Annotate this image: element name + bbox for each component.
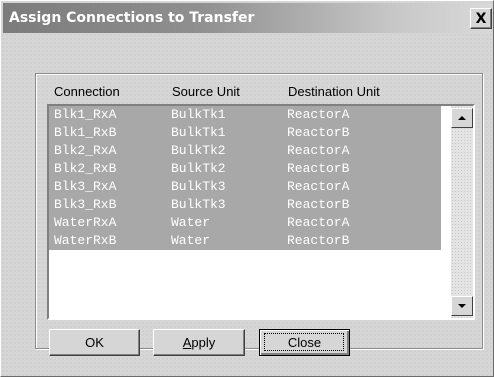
apply-label-rest: pply xyxy=(191,335,216,350)
connection-cell: Blk3_RxB xyxy=(54,197,117,212)
apply-button[interactable]: Apply xyxy=(153,329,245,356)
connection-cell: Blk2_RxB xyxy=(54,161,117,176)
destination-unit-cell: ReactorB xyxy=(287,125,350,140)
connection-cell: WaterRxB xyxy=(54,233,117,248)
destination-unit-cell: ReactorA xyxy=(287,179,350,194)
destination-unit-cell: ReactorB xyxy=(287,233,350,248)
assign-connections-dialog: Assign Connections to Transfer X Connect… xyxy=(0,0,494,377)
destination-unit-cell: ReactorA xyxy=(287,143,350,158)
window-title: Assign Connections to Transfer xyxy=(9,10,255,26)
source-unit-cell: BulkTk2 xyxy=(171,161,226,176)
source-unit-cell: BulkTk3 xyxy=(171,179,226,194)
connections-rows: Blk1_RxA BulkTk1 ReactorA Blk1_RxB BulkT… xyxy=(49,106,441,250)
list-item[interactable]: Blk2_RxB BulkTk2 ReactorB xyxy=(49,160,441,178)
destination-unit-cell: ReactorA xyxy=(287,215,350,230)
ok-button-label: OK xyxy=(85,335,104,350)
destination-unit-cell: ReactorB xyxy=(287,161,350,176)
arrow-down-icon xyxy=(458,304,466,308)
column-header-connection: Connection xyxy=(54,84,120,99)
column-header-destination-unit: Destination Unit xyxy=(288,84,380,99)
close-button[interactable]: Close xyxy=(259,329,350,356)
destination-unit-cell: ReactorB xyxy=(287,197,350,212)
connection-cell: Blk2_RxA xyxy=(54,143,117,158)
source-unit-cell: BulkTk1 xyxy=(171,125,226,140)
connection-cell: Blk1_RxB xyxy=(54,125,117,140)
connections-listbox[interactable]: Blk1_RxA BulkTk1 ReactorA Blk1_RxB BulkT… xyxy=(47,104,475,320)
source-unit-cell: BulkTk3 xyxy=(171,197,226,212)
scroll-down-button[interactable] xyxy=(451,296,473,316)
ok-button[interactable]: OK xyxy=(49,329,140,356)
list-item[interactable]: Blk3_RxA BulkTk3 ReactorA xyxy=(49,178,441,196)
list-item[interactable]: Blk3_RxB BulkTk3 ReactorB xyxy=(49,196,441,214)
arrow-up-icon xyxy=(458,116,466,120)
close-window-button[interactable]: X xyxy=(470,8,492,29)
connection-cell: Blk3_RxA xyxy=(54,179,117,194)
focus-ring xyxy=(264,333,344,351)
scroll-up-button[interactable] xyxy=(451,108,473,128)
column-header-source-unit: Source Unit xyxy=(172,84,240,99)
connection-cell: Blk1_RxA xyxy=(54,107,117,122)
list-item[interactable]: Blk1_RxA BulkTk1 ReactorA xyxy=(49,106,441,124)
list-item[interactable]: Blk1_RxB BulkTk1 ReactorB xyxy=(49,124,441,142)
vertical-scrollbar[interactable] xyxy=(451,106,473,318)
list-item[interactable]: Blk2_RxA BulkTk2 ReactorA xyxy=(49,142,441,160)
connection-cell: WaterRxA xyxy=(54,215,117,230)
title-bar[interactable]: Assign Connections to Transfer X xyxy=(3,3,492,33)
source-unit-cell: Water xyxy=(171,215,211,230)
list-item[interactable]: WaterRxB Water ReactorB xyxy=(49,232,441,250)
list-item[interactable]: WaterRxA Water ReactorA xyxy=(49,214,441,232)
source-unit-cell: BulkTk1 xyxy=(171,107,226,122)
close-icon: X xyxy=(475,11,487,27)
source-unit-cell: BulkTk2 xyxy=(171,143,226,158)
apply-button-label: Apply xyxy=(183,335,216,350)
source-unit-cell: Water xyxy=(171,233,211,248)
destination-unit-cell: ReactorA xyxy=(287,107,350,122)
